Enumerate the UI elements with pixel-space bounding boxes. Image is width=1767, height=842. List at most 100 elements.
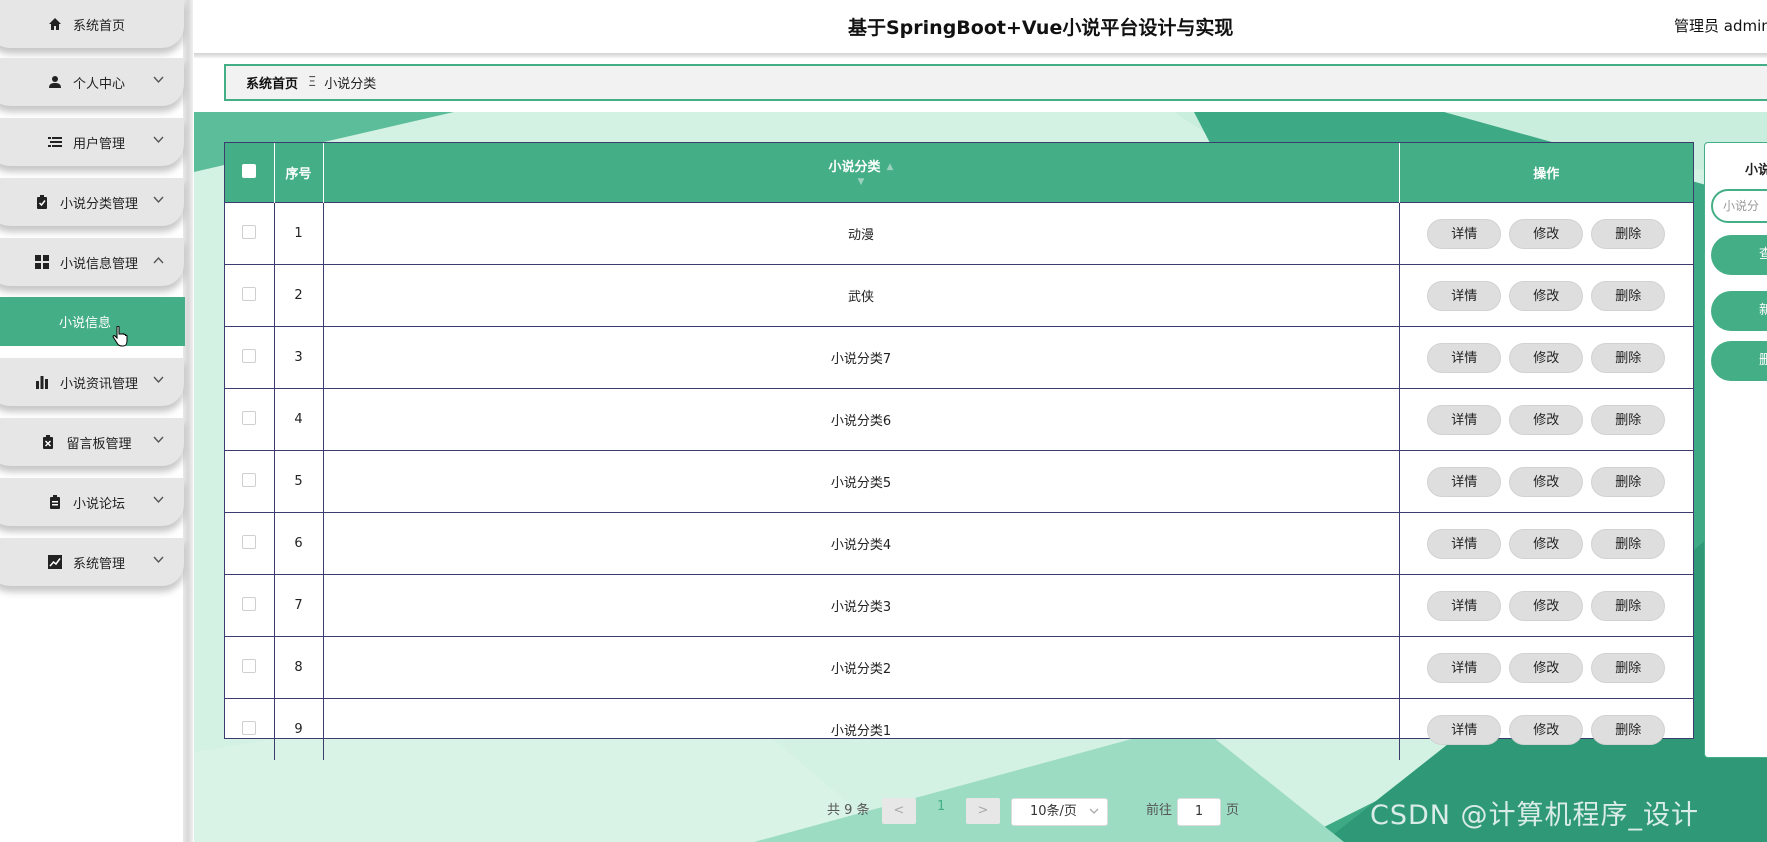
sidebar-subitem-novel-info[interactable]: 小说信息 <box>0 297 185 346</box>
edit-button[interactable]: 修改 <box>1509 652 1584 683</box>
detail-button[interactable]: 详情 <box>1427 218 1502 249</box>
breadcrumb-home[interactable]: 系统首页 <box>246 73 298 92</box>
pagination-total: 共 9 条 <box>827 803 870 818</box>
delete-button[interactable]: 删除 <box>1591 280 1666 311</box>
clipboard-x-icon <box>40 434 56 450</box>
delete-button[interactable]: 删除 <box>1591 590 1666 621</box>
trend-chart-icon <box>47 554 63 570</box>
table-row: 7 小说分类3 详情 修改 删除 <box>225 574 1693 637</box>
sidebar-item-user-management[interactable]: 用户管理 <box>0 118 184 166</box>
sidebar-item-label: 小说资讯管理 <box>59 376 138 392</box>
pagination-prev-button[interactable]: < <box>882 798 916 824</box>
edit-button[interactable]: 修改 <box>1509 342 1584 373</box>
row-index: 3 <box>274 326 324 389</box>
pagination-next-button[interactable]: > <box>966 798 1000 824</box>
column-header-category[interactable]: 小说分类 ▲ ▼ <box>323 143 1400 203</box>
row-checkbox[interactable] <box>242 720 257 735</box>
query-button[interactable]: 查 <box>1711 235 1767 275</box>
edit-button[interactable]: 修改 <box>1509 280 1584 311</box>
pagination-current-page[interactable]: 1 <box>937 799 945 814</box>
row-checkbox[interactable] <box>242 534 257 549</box>
sidebar-item-personal-center[interactable]: 个人中心 <box>0 58 184 106</box>
pagination-goto-input[interactable]: 1 <box>1177 798 1221 826</box>
row-select-cell <box>225 512 275 575</box>
row-checkbox[interactable] <box>242 224 257 239</box>
row-actions: 详情 修改 删除 <box>1399 636 1693 699</box>
chevron-down-icon <box>153 433 164 448</box>
column-header-category-label: 小说分类 <box>828 159 881 175</box>
search-input[interactable]: 小说分 <box>1711 189 1767 223</box>
search-panel: 小说 小说分 查 新 删 <box>1704 142 1767 758</box>
edit-button[interactable]: 修改 <box>1509 218 1584 249</box>
column-header-index: 序号 <box>274 143 324 203</box>
row-checkbox[interactable] <box>242 658 257 673</box>
delete-button[interactable]: 删除 <box>1591 218 1666 249</box>
row-select-cell <box>225 450 275 513</box>
sidebar-item-forum[interactable]: 小说论坛 <box>0 478 184 526</box>
row-actions: 详情 修改 删除 <box>1399 450 1693 513</box>
edit-button[interactable]: 修改 <box>1509 528 1584 559</box>
chevron-down-icon <box>153 493 164 508</box>
grid-icon <box>34 254 50 270</box>
hand-cursor-icon <box>112 325 128 352</box>
row-select-cell <box>225 388 275 451</box>
row-checkbox[interactable] <box>242 596 257 611</box>
row-category: 动漫 <box>323 202 1400 265</box>
edit-button[interactable]: 修改 <box>1509 590 1584 621</box>
user-menu[interactable]: 管理员 admin <box>1674 15 1767 36</box>
sidebar-item-label: 小说分类管理 <box>59 196 138 212</box>
breadcrumb-separator: Ξ <box>308 75 317 90</box>
page-size-select[interactable]: 10条/页 <box>1011 798 1108 826</box>
edit-button[interactable]: 修改 <box>1509 466 1584 497</box>
add-button[interactable]: 新 <box>1711 291 1767 331</box>
sidebar-item-category-management[interactable]: 小说分类管理 <box>0 178 184 226</box>
table-row: 5 小说分类5 详情 修改 删除 <box>225 450 1693 513</box>
breadcrumb-current: 小说分类 <box>324 77 377 92</box>
edit-button[interactable]: 修改 <box>1509 714 1584 745</box>
detail-button[interactable]: 详情 <box>1427 714 1502 745</box>
detail-button[interactable]: 详情 <box>1427 590 1502 621</box>
row-select-cell <box>225 698 275 760</box>
sidebar-item-message-board[interactable]: 留言板管理 <box>0 418 184 466</box>
row-checkbox[interactable] <box>242 286 257 301</box>
batch-delete-button[interactable]: 删 <box>1711 341 1767 381</box>
delete-button[interactable]: 删除 <box>1591 528 1666 559</box>
table-row: 2 武侠 详情 修改 删除 <box>225 264 1693 327</box>
delete-button[interactable]: 删除 <box>1591 652 1666 683</box>
edit-button[interactable]: 修改 <box>1509 404 1584 435</box>
detail-button[interactable]: 详情 <box>1427 466 1502 497</box>
row-select-cell <box>225 636 275 699</box>
row-actions: 详情 修改 删除 <box>1399 698 1693 760</box>
detail-button[interactable]: 详情 <box>1427 342 1502 373</box>
category-table: 序号 小说分类 ▲ ▼ 操作 1 动漫 详情 修改 删除 2 武侠 详情 修改 删除 3 小说分类7 详情修… <box>224 142 1694 760</box>
row-index: 5 <box>274 450 324 513</box>
breadcrumb: 系统首页 Ξ 小说分类 <box>224 64 1767 101</box>
delete-button[interactable]: 删除 <box>1591 342 1666 373</box>
sidebar-item-news-management[interactable]: 小说资讯管理 <box>0 358 184 406</box>
table-row: 4 小说分类6 详情 修改 删除 <box>225 388 1693 451</box>
detail-button[interactable]: 详情 <box>1427 652 1502 683</box>
detail-button[interactable]: 详情 <box>1427 528 1502 559</box>
select-all-cell <box>225 143 275 203</box>
sidebar-item-novel-info-management[interactable]: 小说信息管理 <box>0 238 184 286</box>
row-index: 8 <box>274 636 324 699</box>
detail-button[interactable]: 详情 <box>1427 404 1502 435</box>
row-index: 7 <box>274 574 324 637</box>
row-checkbox[interactable] <box>242 410 257 425</box>
row-actions: 详情 修改 删除 <box>1399 326 1693 389</box>
sidebar-item-home[interactable]: 系统首页 <box>0 0 184 48</box>
row-checkbox[interactable] <box>242 472 257 487</box>
home-icon <box>47 16 63 32</box>
top-bar-shadow <box>194 53 1767 58</box>
row-index: 9 <box>274 698 324 760</box>
watermark: CSDN @计算机程序_设计 <box>1370 800 1700 831</box>
sidebar-divider <box>183 0 193 842</box>
select-all-checkbox[interactable] <box>242 163 257 178</box>
delete-button[interactable]: 删除 <box>1591 404 1666 435</box>
delete-button[interactable]: 删除 <box>1591 714 1666 745</box>
row-checkbox[interactable] <box>242 348 257 363</box>
detail-button[interactable]: 详情 <box>1427 280 1502 311</box>
row-index: 2 <box>274 264 324 327</box>
sidebar-item-system-management[interactable]: 系统管理 <box>0 538 184 586</box>
delete-button[interactable]: 删除 <box>1591 466 1666 497</box>
